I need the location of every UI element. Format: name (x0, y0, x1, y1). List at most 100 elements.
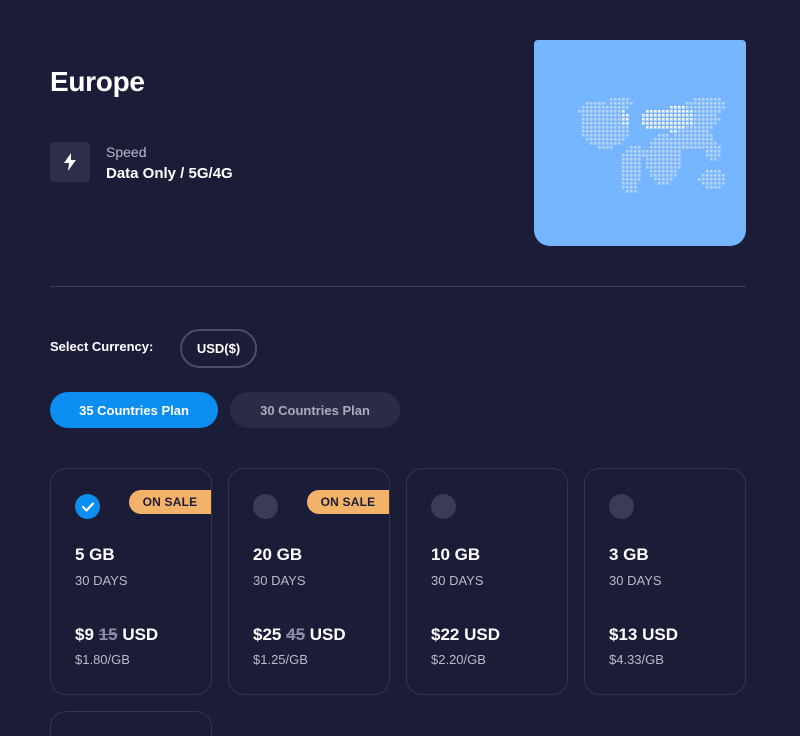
map-dot (586, 134, 589, 137)
map-dot (610, 142, 613, 145)
map-dot (590, 122, 593, 125)
map-dot (634, 186, 637, 189)
map-dot (722, 178, 725, 181)
map-dot (698, 138, 701, 141)
map-dot (622, 174, 625, 177)
map-dot (646, 166, 649, 169)
map-dot (646, 154, 649, 157)
map-dot (658, 178, 661, 181)
map-dot (634, 190, 637, 193)
map-dot (690, 142, 693, 145)
map-dot (638, 162, 641, 165)
map-dot (614, 118, 617, 121)
map-dot (714, 154, 717, 157)
map-dot (618, 118, 621, 121)
map-dot (630, 154, 633, 157)
map-dot (602, 130, 605, 133)
map-dot (682, 106, 685, 109)
plan-radio-checked[interactable] (75, 494, 100, 519)
map-dot (718, 110, 721, 113)
map-dot (682, 130, 685, 133)
map-dot (626, 182, 629, 185)
tab-30-countries-plan[interactable]: 30 Countries Plan (230, 392, 400, 428)
map-dot (610, 130, 613, 133)
map-dot (658, 162, 661, 165)
tab-35-countries-plan[interactable]: 35 Countries Plan (50, 392, 218, 428)
map-dot (598, 146, 601, 149)
plan-card-10gb[interactable]: 10 GB 30 DAYS $22 USD $2.20/GB (406, 468, 568, 695)
map-dot (650, 158, 653, 161)
map-dot (662, 166, 665, 169)
map-dot (702, 142, 705, 145)
map-dot (582, 106, 585, 109)
map-dot (670, 114, 673, 117)
map-dot (702, 130, 705, 133)
map-dot (690, 102, 693, 105)
map-dot (674, 106, 677, 109)
map-dot (690, 146, 693, 149)
map-dot (674, 174, 677, 177)
map-dot (618, 142, 621, 145)
map-dot (602, 106, 605, 109)
map-dot (666, 118, 669, 121)
map-dot (694, 118, 697, 121)
map-dot (706, 134, 709, 137)
plan-price-per-gb: $2.20/GB (431, 652, 486, 667)
map-dot (626, 122, 629, 125)
map-dot (710, 110, 713, 113)
map-dot (606, 118, 609, 121)
plan-card-5gb[interactable]: ON SALE 5 GB 30 DAYS $9 15 USD $1.80/GB (50, 468, 212, 695)
map-dot (662, 178, 665, 181)
map-dot (654, 174, 657, 177)
map-dot (686, 106, 689, 109)
map-dot (610, 122, 613, 125)
currency-select-button[interactable]: USD($) (180, 329, 257, 368)
map-dot (718, 154, 721, 157)
map-dot (662, 174, 665, 177)
map-dot (690, 122, 693, 125)
plan-card-3gb[interactable]: 3 GB 30 DAYS $13 USD $4.33/GB (584, 468, 746, 695)
map-dot (586, 118, 589, 121)
map-dot (614, 98, 617, 101)
on-sale-badge: ON SALE (129, 490, 211, 514)
map-dot (710, 126, 713, 129)
map-dot (662, 170, 665, 173)
map-dot (698, 134, 701, 137)
map-dot (630, 190, 633, 193)
map-dot (694, 138, 697, 141)
map-dot (686, 126, 689, 129)
map-dot (630, 158, 633, 161)
map-dot (658, 170, 661, 173)
map-dot (594, 122, 597, 125)
map-dot (686, 118, 689, 121)
map-dot (610, 98, 613, 101)
map-dot (698, 146, 701, 149)
map-dot (674, 118, 677, 121)
plan-card-20gb[interactable]: ON SALE 20 GB 30 DAYS $25 45 USD $1.25/G… (228, 468, 390, 695)
map-dot (626, 186, 629, 189)
map-dot (646, 118, 649, 121)
map-dot (702, 98, 705, 101)
map-dot (614, 106, 617, 109)
plan-radio[interactable] (431, 494, 456, 519)
map-dot (654, 126, 657, 129)
map-dot (654, 142, 657, 145)
page-title: Europe (50, 66, 145, 97)
map-dot (654, 146, 657, 149)
map-dot (602, 110, 605, 113)
map-dot (706, 106, 709, 109)
map-dot (634, 178, 637, 181)
map-dot (690, 114, 693, 117)
map-dot (658, 138, 661, 141)
map-dot (714, 98, 717, 101)
map-dot (658, 134, 661, 137)
plan-radio[interactable] (253, 494, 278, 519)
map-dot (650, 150, 653, 153)
plan-radio[interactable] (609, 494, 634, 519)
map-dot (682, 122, 685, 125)
checkmark-icon (81, 501, 94, 512)
map-dot (630, 170, 633, 173)
map-dot (674, 158, 677, 161)
plan-card-next[interactable] (50, 711, 212, 736)
map-dot (602, 118, 605, 121)
